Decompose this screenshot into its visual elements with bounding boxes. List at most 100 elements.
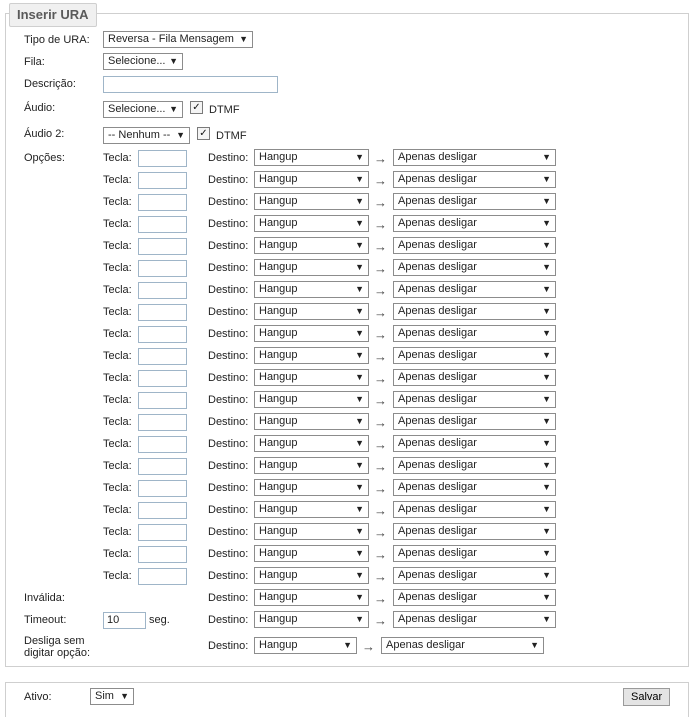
- tecla-input[interactable]: [138, 392, 187, 409]
- destino-select[interactable]: Hangup ▼: [254, 237, 369, 254]
- target-select[interactable]: Apenas desligar ▼: [393, 391, 556, 408]
- target-select[interactable]: Apenas desligar ▼: [393, 479, 556, 496]
- target-value: Apenas desligar: [398, 173, 477, 185]
- destino-select[interactable]: Hangup ▼: [254, 545, 369, 562]
- destino-select[interactable]: Hangup ▼: [254, 347, 369, 364]
- tecla-input[interactable]: [138, 436, 187, 453]
- destino-select[interactable]: Hangup ▼: [254, 303, 369, 320]
- tecla-input[interactable]: [138, 568, 187, 585]
- target-select[interactable]: Apenas desligar ▼: [393, 325, 556, 342]
- tecla-input[interactable]: [138, 414, 187, 431]
- destino-select[interactable]: Hangup ▼: [254, 193, 369, 210]
- fila-select[interactable]: Selecione... ▼: [103, 53, 183, 70]
- audio2-dtmf-checkbox[interactable]: ✓: [197, 127, 210, 140]
- audio-dtmf-checkbox[interactable]: ✓: [190, 101, 203, 114]
- right-arrow-icon: →: [374, 173, 387, 188]
- target-value: Apenas desligar: [398, 481, 477, 493]
- target-select[interactable]: Apenas desligar ▼: [393, 149, 556, 166]
- destino-select[interactable]: Hangup ▼: [254, 369, 369, 386]
- target-value: Apenas desligar: [398, 547, 477, 559]
- target-select[interactable]: Apenas desligar ▼: [393, 435, 556, 452]
- tecla-input[interactable]: [138, 282, 187, 299]
- target-value: Apenas desligar: [398, 283, 477, 295]
- timeout-destino-value: Hangup: [259, 613, 298, 625]
- tecla-label: Tecla:: [103, 526, 132, 538]
- tecla-input[interactable]: [138, 304, 187, 321]
- tecla-label: Tecla:: [103, 240, 132, 252]
- descricao-label: Descrição:: [24, 78, 76, 90]
- chevron-down-icon: ▼: [542, 350, 551, 360]
- audio-select[interactable]: Selecione... ▼: [103, 101, 183, 118]
- target-value: Apenas desligar: [398, 305, 477, 317]
- target-select[interactable]: Apenas desligar ▼: [393, 369, 556, 386]
- destino-select[interactable]: Hangup ▼: [254, 281, 369, 298]
- tecla-input[interactable]: [138, 172, 187, 189]
- tecla-input[interactable]: [138, 458, 187, 475]
- invalida-target-select[interactable]: Apenas desligar ▼: [393, 589, 556, 606]
- destino-select[interactable]: Hangup ▼: [254, 149, 369, 166]
- tecla-label: Tecla:: [103, 218, 132, 230]
- target-select[interactable]: Apenas desligar ▼: [393, 457, 556, 474]
- destino-select[interactable]: Hangup ▼: [254, 435, 369, 452]
- target-select[interactable]: Apenas desligar ▼: [393, 281, 556, 298]
- tecla-input[interactable]: [138, 326, 187, 343]
- tecla-input[interactable]: [138, 150, 187, 167]
- tecla-input[interactable]: [138, 260, 187, 277]
- descricao-input[interactable]: [103, 76, 278, 93]
- destino-select[interactable]: Hangup ▼: [254, 523, 369, 540]
- target-select[interactable]: Apenas desligar ▼: [393, 413, 556, 430]
- target-value: Apenas desligar: [398, 415, 477, 427]
- timeout-input[interactable]: 10: [103, 612, 146, 629]
- target-select[interactable]: Apenas desligar ▼: [393, 171, 556, 188]
- chevron-down-icon: ▼: [120, 691, 129, 701]
- invalida-destino-select[interactable]: Hangup ▼: [254, 589, 369, 606]
- timeout-target-select[interactable]: Apenas desligar ▼: [393, 611, 556, 628]
- target-select[interactable]: Apenas desligar ▼: [393, 523, 556, 540]
- destino-select[interactable]: Hangup ▼: [254, 457, 369, 474]
- tipo-ura-select[interactable]: Reversa - Fila Mensagem ▼: [103, 31, 253, 48]
- tecla-input[interactable]: [138, 546, 187, 563]
- target-select[interactable]: Apenas desligar ▼: [393, 215, 556, 232]
- desliga-target-select[interactable]: Apenas desligar ▼: [381, 637, 544, 654]
- timeout-destino-select[interactable]: Hangup ▼: [254, 611, 369, 628]
- destino-select[interactable]: Hangup ▼: [254, 325, 369, 342]
- audio2-value: -- Nenhum --: [108, 129, 171, 141]
- destino-select[interactable]: Hangup ▼: [254, 479, 369, 496]
- destino-select[interactable]: Hangup ▼: [254, 215, 369, 232]
- tecla-input[interactable]: [138, 348, 187, 365]
- chevron-down-icon: ▼: [355, 570, 364, 580]
- target-select[interactable]: Apenas desligar ▼: [393, 545, 556, 562]
- timeout-label: Timeout:: [24, 614, 67, 626]
- target-select[interactable]: Apenas desligar ▼: [393, 501, 556, 518]
- salvar-button[interactable]: Salvar: [623, 688, 671, 706]
- target-select[interactable]: Apenas desligar ▼: [393, 237, 556, 254]
- target-select[interactable]: Apenas desligar ▼: [393, 259, 556, 276]
- destino-select[interactable]: Hangup ▼: [254, 391, 369, 408]
- tecla-input[interactable]: [138, 194, 187, 211]
- destino-label: Destino:: [208, 284, 249, 296]
- destino-select[interactable]: Hangup ▼: [254, 567, 369, 584]
- tecla-input[interactable]: [138, 238, 187, 255]
- tecla-input[interactable]: [138, 502, 187, 519]
- desliga-destino-select[interactable]: Hangup ▼: [254, 637, 357, 654]
- destino-label: Destino:: [208, 548, 249, 560]
- destino-select[interactable]: Hangup ▼: [254, 501, 369, 518]
- target-select[interactable]: Apenas desligar ▼: [393, 347, 556, 364]
- chevron-down-icon: ▼: [355, 174, 364, 184]
- chevron-down-icon: ▼: [542, 262, 551, 272]
- target-select[interactable]: Apenas desligar ▼: [393, 193, 556, 210]
- destino-select[interactable]: Hangup ▼: [254, 259, 369, 276]
- audio-label: Áudio:: [24, 102, 56, 114]
- target-select[interactable]: Apenas desligar ▼: [393, 567, 556, 584]
- target-select[interactable]: Apenas desligar ▼: [393, 303, 556, 320]
- timeout-unit: seg.: [149, 614, 170, 626]
- audio2-select[interactable]: -- Nenhum -- ▼: [103, 127, 190, 144]
- ativo-select[interactable]: Sim ▼: [90, 688, 134, 705]
- tecla-input[interactable]: [138, 370, 187, 387]
- tecla-input[interactable]: [138, 216, 187, 233]
- destino-select[interactable]: Hangup ▼: [254, 171, 369, 188]
- tecla-input[interactable]: [138, 480, 187, 497]
- tecla-input[interactable]: [138, 524, 187, 541]
- destino-select[interactable]: Hangup ▼: [254, 413, 369, 430]
- right-arrow-icon: →: [374, 481, 387, 496]
